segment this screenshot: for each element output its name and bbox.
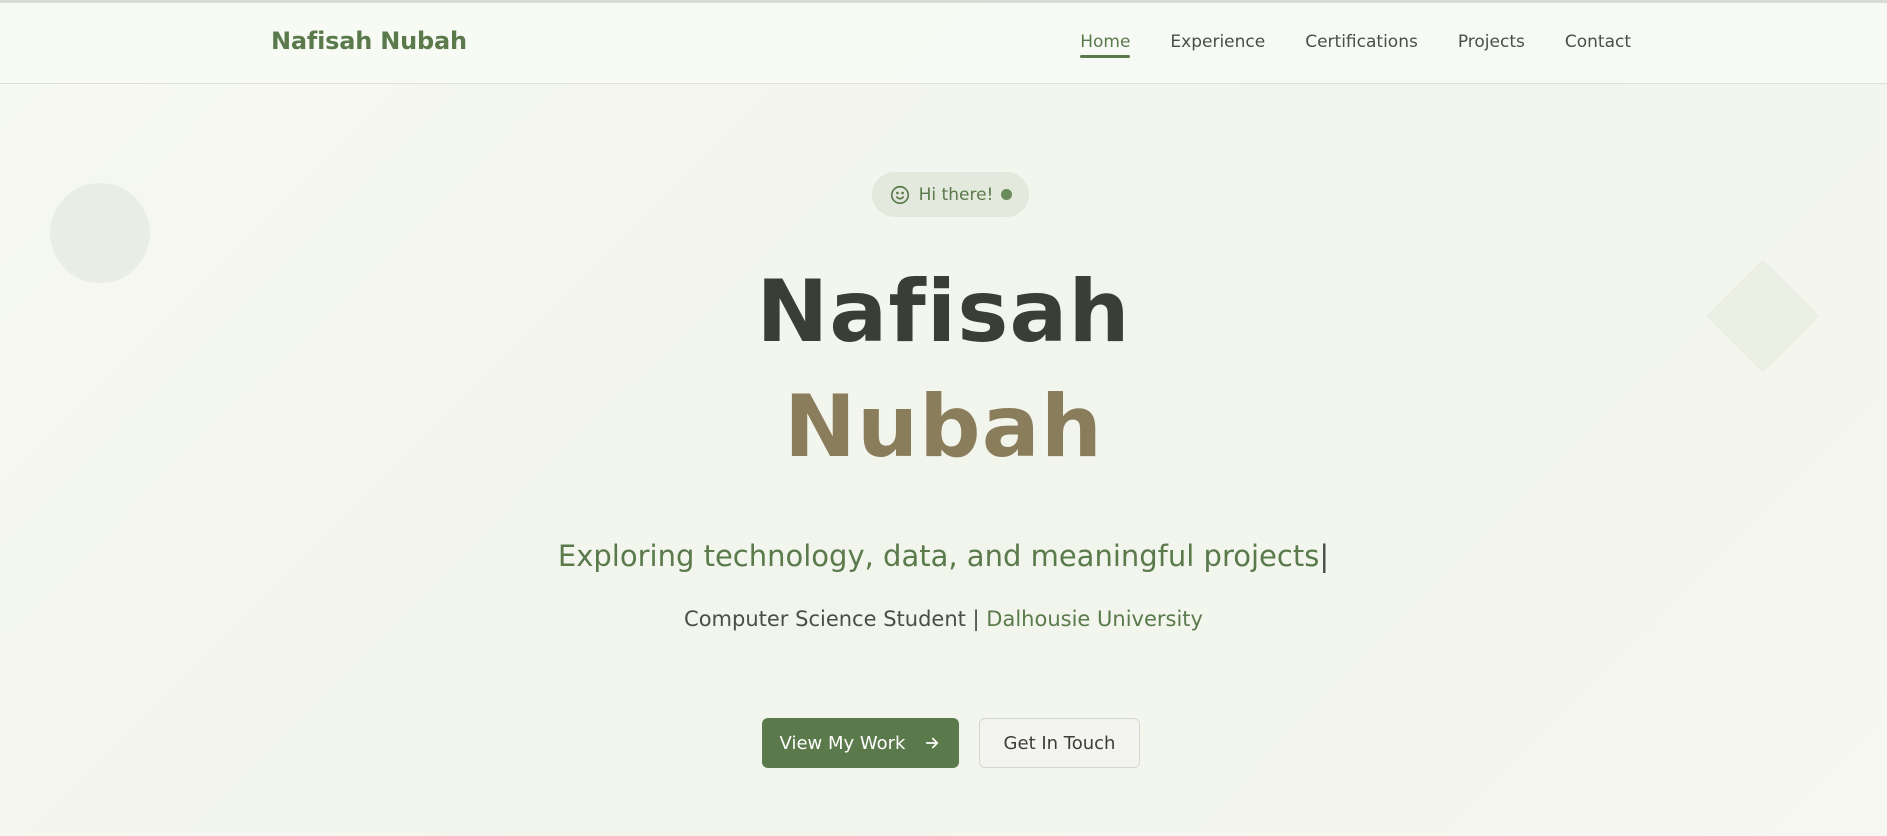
hero-first-name: Nafisah bbox=[756, 262, 1131, 362]
role-text: Computer Science Student | bbox=[684, 607, 987, 631]
nav-link-projects[interactable]: Projects bbox=[1458, 32, 1525, 58]
hero-last-name: Nubah bbox=[783, 377, 1104, 477]
tagline-text: Exploring technology, data, and meaningf… bbox=[557, 539, 1320, 573]
nav-link-home[interactable]: Home bbox=[1080, 32, 1131, 58]
greeting-text: Hi there! bbox=[918, 184, 994, 205]
brand-logo-link[interactable]: Nafisah Nubah bbox=[271, 27, 467, 55]
nav-menu: Home Experience Certifications Projects … bbox=[1080, 32, 1631, 58]
nav-item-projects: Projects bbox=[1458, 32, 1525, 58]
nav-link-contact[interactable]: Contact bbox=[1565, 32, 1631, 58]
nav-link-experience[interactable]: Experience bbox=[1170, 32, 1265, 58]
greeting-badge: Hi there! bbox=[872, 172, 1029, 217]
hero-tagline: Exploring technology, data, and meaningf… bbox=[0, 539, 1887, 573]
nav-link-certifications[interactable]: Certifications bbox=[1305, 32, 1418, 58]
navbar: Nafisah Nubah Home Experience Certificat… bbox=[0, 3, 1887, 84]
nav-item-home: Home bbox=[1080, 32, 1131, 58]
hero-subtitle: Computer Science Student | Dalhousie Uni… bbox=[0, 607, 1887, 631]
status-dot bbox=[1001, 189, 1013, 200]
typing-cursor: | bbox=[1319, 539, 1330, 573]
decorative-circle bbox=[50, 183, 150, 283]
get-in-touch-button[interactable]: Get In Touch bbox=[979, 718, 1140, 768]
arrow-right-icon bbox=[923, 734, 941, 752]
smile-icon bbox=[889, 184, 911, 206]
view-my-work-button[interactable]: View My Work bbox=[762, 718, 959, 768]
nav-item-contact: Contact bbox=[1565, 32, 1631, 58]
view-my-work-label: View My Work bbox=[779, 732, 906, 754]
nav-item-experience: Experience bbox=[1170, 32, 1265, 58]
university-text: Dalhousie University bbox=[986, 607, 1203, 631]
nav-item-certifications: Certifications bbox=[1305, 32, 1418, 58]
